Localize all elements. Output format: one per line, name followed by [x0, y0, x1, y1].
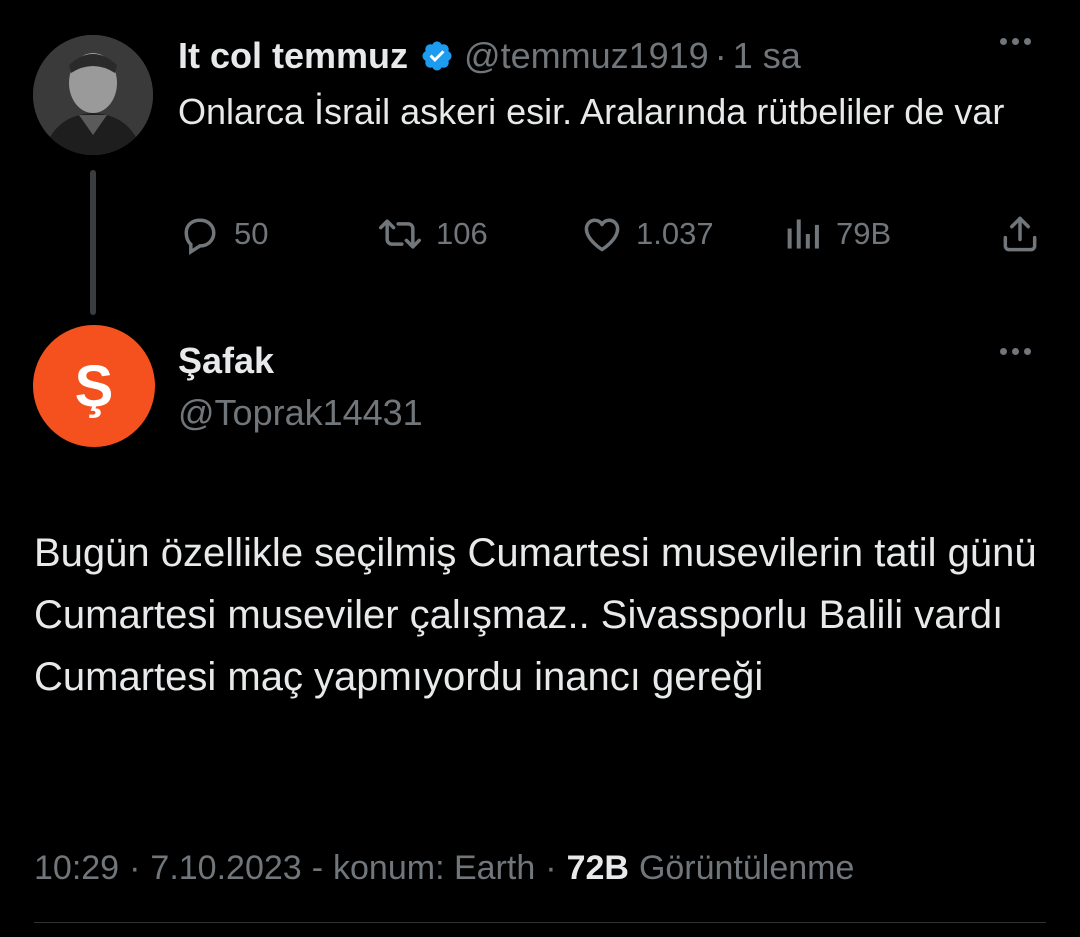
verified-badge-icon	[420, 39, 454, 73]
share-icon	[998, 212, 1042, 256]
views-icon	[784, 212, 824, 256]
reply-icon	[178, 212, 222, 256]
date[interactable]: 7.10.2023	[150, 849, 301, 888]
views-button[interactable]: 79B	[784, 208, 891, 260]
timestamp[interactable]: 1 sa	[733, 35, 801, 77]
tweet-meta: 10:29 · 7.10.2023 - konum: Earth · 72B G…	[34, 842, 854, 894]
avatar-photo	[33, 35, 153, 155]
heart-icon	[580, 212, 624, 256]
more-icon[interactable]	[1000, 38, 1031, 45]
separator-dash: -	[311, 848, 324, 887]
tweet-actions: 50 106 1.037 79B	[178, 208, 1048, 260]
tweet-text: Onlarca İsrail askeri esir. Aralarında r…	[178, 91, 1005, 132]
tweet-header: It col temmuz @temmuz1919 · 1 sa	[178, 30, 801, 82]
thread-line	[90, 170, 96, 315]
views-label: Görüntülenme	[638, 848, 855, 887]
retweet-count: 106	[436, 216, 488, 251]
separator-dot: ·	[129, 848, 141, 887]
display-name[interactable]: Şafak	[178, 340, 274, 382]
handle[interactable]: @Toprak14431	[178, 392, 423, 434]
retweet-icon	[376, 212, 424, 256]
timestamp[interactable]: 10:29	[34, 849, 119, 888]
like-button[interactable]: 1.037	[580, 208, 714, 260]
separator-dot: ·	[545, 848, 557, 887]
more-icon[interactable]	[1000, 348, 1031, 355]
retweet-button[interactable]: 106	[376, 208, 488, 260]
reply-count: 50	[234, 216, 269, 251]
display-name[interactable]: It col temmuz	[178, 35, 408, 77]
reply-button[interactable]: 50	[178, 208, 268, 260]
separator-dot: ·	[714, 35, 727, 76]
like-count: 1.037	[636, 216, 714, 251]
avatar[interactable]: Ş	[33, 325, 155, 447]
divider	[34, 922, 1046, 923]
views-count[interactable]: 72B	[567, 849, 629, 888]
tweet-text: Bugün özellikle seçilmiş Cumartesi musev…	[34, 531, 1037, 699]
avatar[interactable]	[33, 35, 153, 155]
avatar-letter: Ş	[74, 353, 114, 419]
location: konum: Earth	[333, 848, 536, 887]
views-count: 79B	[836, 216, 892, 251]
handle[interactable]: @temmuz1919	[464, 35, 709, 77]
share-button[interactable]	[998, 208, 1042, 260]
